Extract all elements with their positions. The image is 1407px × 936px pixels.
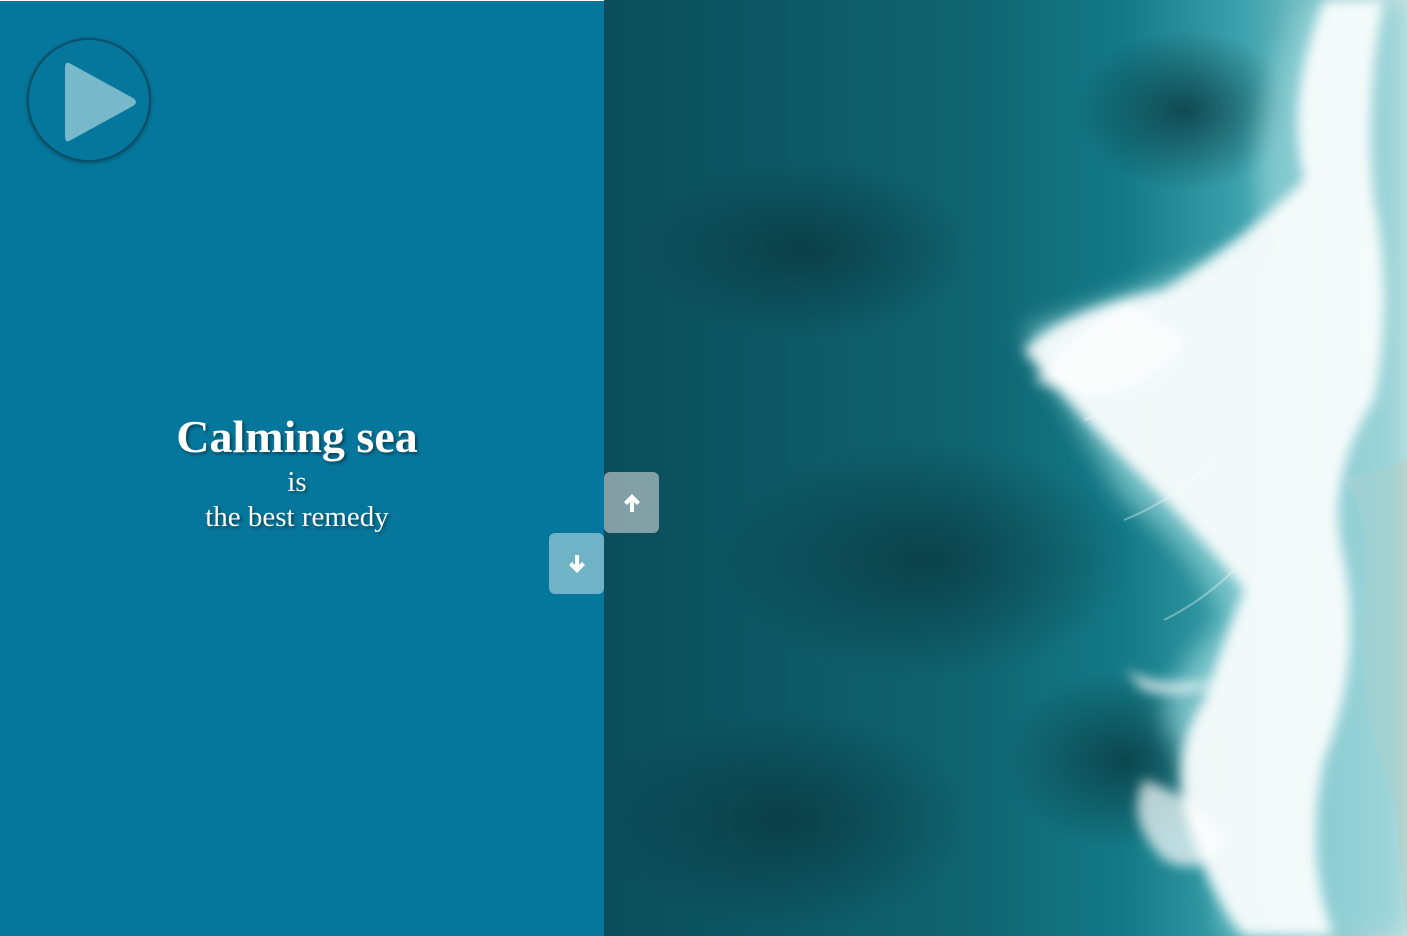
- play-button[interactable]: [27, 38, 151, 162]
- slide-up-button[interactable]: [604, 472, 659, 533]
- sea-image: [604, 0, 1407, 936]
- ocean-waves-image: [604, 0, 1407, 936]
- slide-subtitle-line-2: the best remedy: [205, 501, 389, 533]
- arrow-down-icon: [568, 554, 585, 573]
- slide-down-button[interactable]: [549, 533, 604, 594]
- play-icon: [65, 62, 136, 142]
- text-panel: Calming sea is the best remedy: [0, 1, 604, 936]
- slider-page: Calming sea is the best remedy: [0, 0, 1407, 936]
- slide-subtitle-line-1: is: [287, 466, 307, 498]
- slide-caption: Calming sea is the best remedy: [0, 409, 594, 535]
- arrow-up-icon: [623, 493, 640, 512]
- slide-title: Calming sea: [176, 411, 418, 462]
